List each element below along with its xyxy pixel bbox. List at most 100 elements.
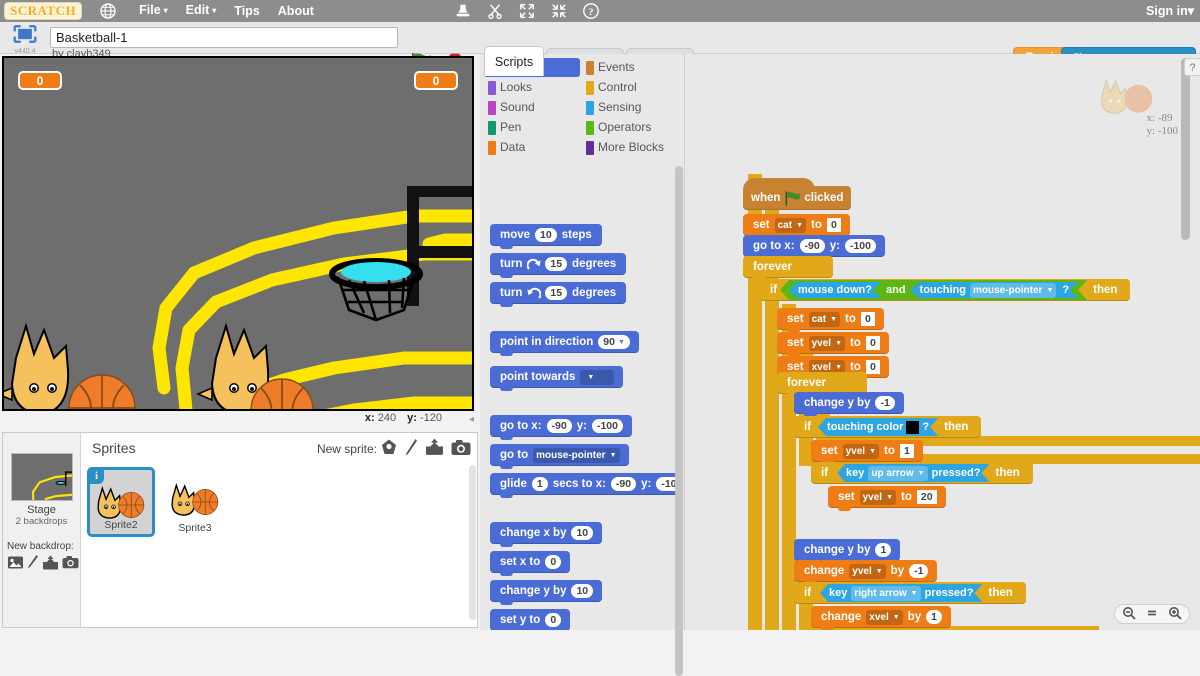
- sensing-key-pressed[interactable]: key up arrow ▼ pressed?: [837, 464, 989, 482]
- palette-block-change-x[interactable]: change x by 10: [490, 522, 603, 547]
- menu-about[interactable]: About: [269, 0, 323, 22]
- library-icon[interactable]: [380, 438, 398, 456]
- category-sound[interactable]: Sound: [484, 98, 580, 117]
- script-block-when-flag-clicked[interactable]: when clicked: [743, 178, 852, 210]
- palette-scrollbar[interactable]: [675, 166, 683, 676]
- script-block-change-xvel-1[interactable]: change xvel ▼ by 1: [811, 606, 952, 630]
- category-looks[interactable]: Looks: [484, 78, 580, 97]
- script-block-set-yvel-1[interactable]: set yvel ▼ to 1: [811, 440, 923, 465]
- category-pen[interactable]: Pen: [484, 118, 580, 137]
- block-input[interactable]: 10: [571, 526, 594, 540]
- block-input[interactable]: 0: [826, 218, 841, 232]
- script-block-change-y-minus1[interactable]: change y by -1: [794, 392, 904, 417]
- palette-block-goto-target[interactable]: go to mouse-pointer ▼: [490, 444, 629, 469]
- block-input[interactable]: 20: [916, 490, 937, 504]
- stage-resize-handle[interactable]: ◂: [469, 414, 474, 425]
- help-panel-button[interactable]: ?: [1184, 58, 1200, 76]
- block-input[interactable]: 1: [875, 543, 892, 557]
- fullscreen-icon[interactable]: [13, 24, 37, 44]
- block-input[interactable]: 0: [865, 336, 880, 350]
- project-title-input[interactable]: [50, 27, 398, 48]
- sign-in-button[interactable]: Sign in▾: [1146, 0, 1194, 22]
- script-block-set-cat-0-outer[interactable]: set cat ▼ to 0: [743, 214, 850, 239]
- palette-block-set-x[interactable]: set x to 0: [490, 551, 571, 576]
- block-input[interactable]: 0: [545, 613, 562, 627]
- block-input[interactable]: -1: [875, 396, 895, 410]
- script-block-if-touching-color[interactable]: if touching color ? then: [794, 416, 982, 438]
- category-events[interactable]: Events: [582, 58, 678, 77]
- sensing-touching[interactable]: touching mouse-pointer ▼ ?: [911, 282, 1079, 298]
- block-input[interactable]: -1: [909, 564, 929, 578]
- block-input[interactable]: 10: [571, 584, 594, 598]
- variable-dropdown[interactable]: cat ▼: [774, 217, 807, 233]
- block-input[interactable]: -90: [546, 419, 572, 433]
- scratch-logo[interactable]: SCRATCH: [4, 2, 83, 20]
- block-input[interactable]: 0: [860, 312, 875, 326]
- block-input[interactable]: -90: [799, 239, 825, 253]
- stage-thumbnail[interactable]: [10, 453, 73, 501]
- script-block-set-cat-0-inner[interactable]: set cat ▼ to 0: [777, 308, 884, 333]
- script-vertical-scrollbar[interactable]: [1181, 58, 1190, 240]
- operator-and[interactable]: mouse down? and touching mouse-pointer ▼ …: [780, 280, 1087, 300]
- category-sensing[interactable]: Sensing: [582, 98, 678, 117]
- block-input[interactable]: -90: [610, 477, 637, 491]
- category-control[interactable]: Control: [582, 78, 678, 97]
- palette-block-move[interactable]: move 10 steps: [490, 224, 602, 249]
- category-operators[interactable]: Operators: [582, 118, 678, 137]
- key-dropdown[interactable]: right arrow ▼: [851, 586, 920, 601]
- script-block-if-mouse-down[interactable]: if mouse down? and touching mouse-pointe…: [760, 279, 1131, 301]
- color-swatch[interactable]: [906, 421, 919, 434]
- sprite-list-scrollbar[interactable]: [469, 465, 476, 620]
- script-block-if-key-right[interactable]: if key right arrow ▼ pressed? then: [794, 582, 1026, 604]
- menu-tips[interactable]: Tips: [225, 0, 268, 22]
- variable-dropdown[interactable]: cat ▼: [808, 311, 841, 327]
- camera-icon[interactable]: [451, 439, 471, 456]
- sprite-item-sprite2[interactable]: i Sprite2: [87, 467, 155, 537]
- key-dropdown[interactable]: up arrow ▼: [868, 466, 927, 481]
- script-block-go-to-xy[interactable]: go to x: -90 y: -100: [743, 235, 885, 260]
- script-canvas[interactable]: x: -89 y: -100 ? when clicked set cat ▼ …: [685, 54, 1200, 630]
- palette-block-point-towards[interactable]: point towards ▼: [490, 366, 624, 391]
- palette-block-change-y[interactable]: change y by 10: [490, 580, 603, 605]
- menu-file[interactable]: File ▾: [130, 0, 177, 23]
- script-block-set-yvel-0[interactable]: set yvel ▼ to 0: [777, 332, 889, 357]
- zoom-reset-icon[interactable]: [1141, 606, 1163, 623]
- sensing-key-pressed[interactable]: key right arrow ▼ pressed?: [820, 584, 982, 602]
- script-block-change-y-1[interactable]: change y by 1: [794, 539, 901, 564]
- script-block-set-yvel-20[interactable]: set yvel ▼ to 20: [828, 486, 946, 511]
- block-input[interactable]: 1: [926, 610, 943, 624]
- block-input[interactable]: 0: [545, 555, 562, 569]
- block-input[interactable]: -100: [591, 419, 623, 433]
- block-input[interactable]: 15: [545, 257, 568, 271]
- block-input[interactable]: 1: [531, 477, 548, 491]
- category-more-blocks[interactable]: More Blocks: [582, 138, 678, 157]
- help-icon[interactable]: ?: [582, 2, 600, 20]
- block-input[interactable]: 10: [535, 228, 557, 242]
- block-dropdown[interactable]: mouse-pointer ▼: [533, 447, 620, 463]
- variable-dropdown[interactable]: yvel ▼: [859, 489, 897, 505]
- sensing-mouse-down[interactable]: mouse down?: [789, 282, 881, 298]
- block-input[interactable]: 0: [865, 360, 880, 374]
- globe-icon[interactable]: [100, 3, 116, 19]
- paint-icon[interactable]: [27, 554, 39, 570]
- script-block-change-yvel-minus1[interactable]: change yvel ▼ by -1: [794, 560, 938, 585]
- picture-icon[interactable]: [7, 555, 24, 570]
- sensing-touching-color[interactable]: touching color ?: [818, 418, 938, 436]
- upload-icon[interactable]: [425, 438, 444, 456]
- variable-dropdown[interactable]: yvel ▼: [842, 443, 880, 459]
- camera-icon[interactable]: [62, 555, 79, 569]
- shrink-icon[interactable]: [550, 2, 568, 20]
- stage[interactable]: 0 0: [2, 56, 474, 411]
- stamp-icon[interactable]: [454, 2, 472, 20]
- palette-block-turn-ccw[interactable]: turn 15 degrees: [490, 282, 627, 307]
- palette-block-point-direction[interactable]: point in direction 90 ▼: [490, 331, 639, 356]
- variable-dropdown[interactable]: yvel ▼: [849, 563, 886, 579]
- script-block-forever-outer[interactable]: forever: [743, 256, 833, 281]
- variable-dropdown[interactable]: yvel ▼: [808, 335, 846, 351]
- touching-dropdown[interactable]: mouse-pointer ▼: [970, 283, 1056, 298]
- zoom-out-icon[interactable]: [1118, 606, 1140, 623]
- category-data[interactable]: Data: [484, 138, 580, 157]
- palette-block-goto-xy[interactable]: go to x: -90 y: -100: [490, 415, 632, 440]
- script-block-forever-inner[interactable]: forever: [777, 372, 867, 397]
- block-input[interactable]: -100: [844, 239, 876, 253]
